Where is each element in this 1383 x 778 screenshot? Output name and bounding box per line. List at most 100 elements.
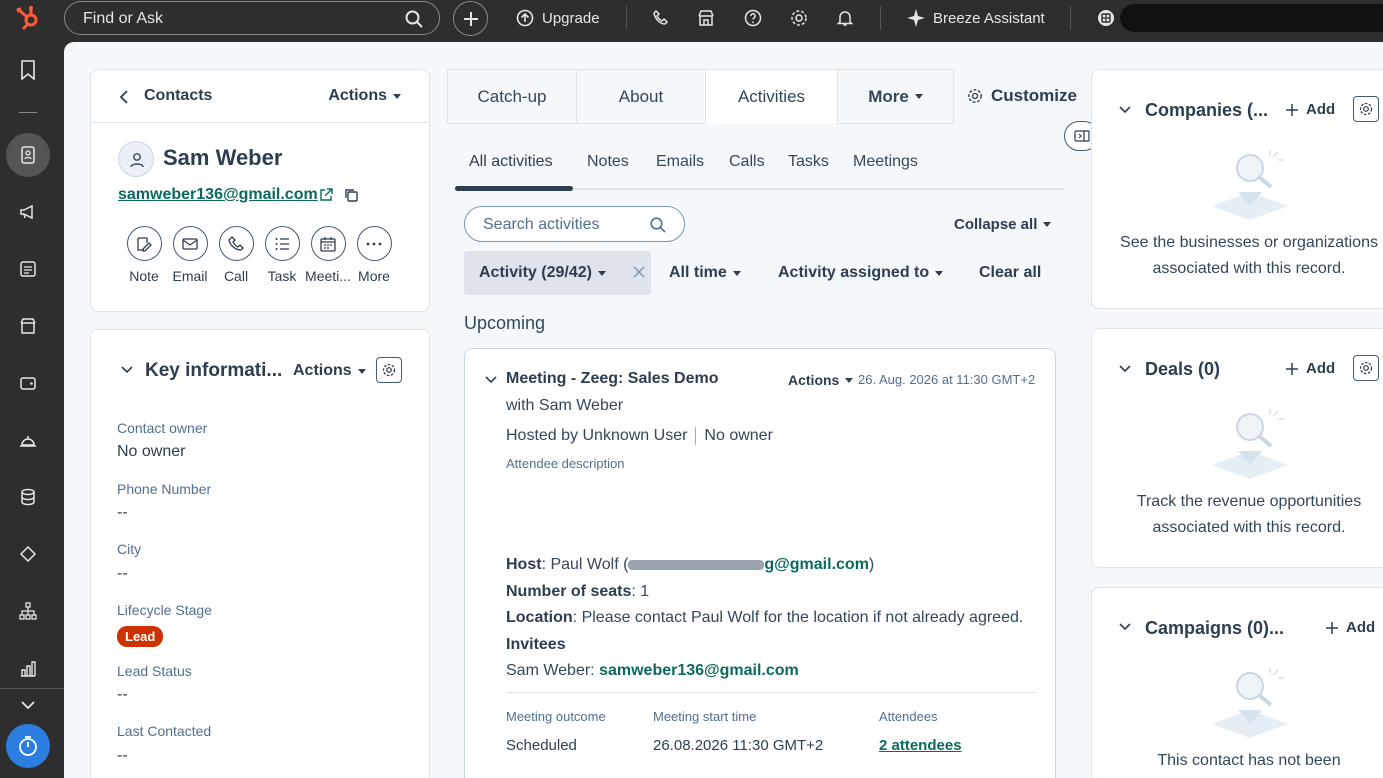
tab-about[interactable]: About [576,69,706,124]
automation-diamond-icon[interactable] [19,545,37,563]
companies-settings-button[interactable] [1353,96,1379,122]
contact-owner-value[interactable]: No owner [117,443,185,461]
assigned-filter[interactable]: Activity assigned to [778,264,944,282]
tab-catch-up[interactable]: Catch-up [447,69,577,124]
lead-status-value[interactable]: -- [117,686,128,704]
clear-all-button[interactable]: Clear all [979,264,1041,282]
actions-label: Actions [328,87,387,104]
reporting-chart-icon[interactable] [19,660,37,678]
tab-more[interactable]: More [837,69,954,124]
seats-label: Number of seats [506,583,632,600]
search-icon[interactable] [650,217,666,233]
activity-type-filter[interactable]: Activity (29/42) [464,251,651,295]
marketing-megaphone-icon[interactable] [19,203,37,221]
account-menu[interactable] [1120,4,1383,32]
host-email-link[interactable]: g@gmail.com [764,556,869,573]
subtab-calls[interactable]: Calls [729,153,765,171]
wallet-icon[interactable] [19,374,37,392]
settings-icon[interactable] [790,9,808,27]
attendees-link[interactable]: 2 attendees [879,737,962,754]
data-database-icon[interactable] [19,488,37,506]
contact-email-link[interactable]: samweber136@gmail.com [118,186,318,204]
add-label: Add [1346,619,1376,636]
key-information-title[interactable]: Key informati... [145,360,282,382]
chevron-down-icon[interactable] [485,376,497,384]
meeting-action-label: Meeti... [305,268,351,284]
global-search-input[interactable]: Find or Ask [64,1,440,35]
sparkle-icon [907,9,925,27]
marketplace-icon[interactable] [697,9,715,27]
collapse-all-button[interactable]: Collapse all [954,216,1052,233]
email-action-label: Email [172,268,208,284]
city-value[interactable]: -- [117,565,128,583]
phone-icon[interactable] [652,9,670,27]
add-campaign-button[interactable]: Add [1326,619,1375,636]
create-new-button[interactable] [453,1,488,36]
key-info-actions-menu[interactable]: Actions [293,362,366,380]
chevron-down-icon[interactable] [1119,106,1131,114]
time-filter[interactable]: All time [669,264,741,282]
breeze-assistant-button[interactable]: Breeze Assistant [907,0,1045,36]
breeze-label: Breeze Assistant [933,9,1045,27]
last-contacted-value[interactable]: -- [117,747,128,765]
contacts-icon[interactable] [19,146,37,164]
more-action[interactable]: More [349,226,399,284]
back-to-contacts-link[interactable]: Contacts [144,87,212,105]
help-icon[interactable] [744,9,762,27]
host-close-paren: ) [868,556,875,573]
lifecycle-stage-badge[interactable]: Lead [117,626,164,647]
deals-settings-button[interactable] [1353,355,1379,381]
add-deal-button[interactable]: Add [1286,360,1335,377]
subtab-notes[interactable]: Notes [587,153,629,171]
subtab-meetings[interactable]: Meetings [853,153,918,171]
record-page: Contacts Actions Sam Weber samweber136@g… [64,42,1383,778]
meeting-start-value[interactable]: 26.08.2026 11:30 GMT+2 [653,737,823,754]
meeting-action[interactable]: Meeti... [303,226,353,284]
upgrade-button[interactable]: Upgrade [516,0,600,36]
chevron-left-icon[interactable] [119,89,129,105]
hubspot-logo-icon[interactable] [16,5,40,31]
commerce-store-icon[interactable] [19,317,37,335]
content-icon[interactable] [19,260,37,278]
notifications-bell-icon[interactable] [836,9,854,27]
external-link-icon[interactable] [319,188,333,202]
meeting-outcome-value[interactable]: Scheduled [506,737,577,754]
subtab-tasks[interactable]: Tasks [788,153,829,171]
chevron-down-icon[interactable] [1119,623,1131,631]
close-icon[interactable] [633,266,645,278]
chevron-down-icon[interactable] [1119,365,1131,373]
account-switcher-icon[interactable] [1097,9,1115,27]
chevron-down-icon[interactable] [121,366,133,374]
activity-search-input[interactable]: Search activities [464,206,685,242]
note-action[interactable]: Note [119,226,169,284]
campaigns-title[interactable]: Campaigns (0)... [1145,618,1284,639]
add-company-button[interactable]: Add [1286,101,1335,118]
service-bell-icon[interactable] [19,431,37,449]
search-icon[interactable] [405,10,423,28]
email-action[interactable]: Email [165,226,215,284]
meeting-owner[interactable]: No owner [704,427,772,444]
companies-title[interactable]: Companies (... [1145,100,1268,121]
gear-icon [1359,361,1373,375]
key-info-settings-button[interactable] [376,357,402,383]
deals-title[interactable]: Deals (0) [1145,359,1220,380]
bookmarks-icon[interactable] [19,60,37,80]
invitee-email-link[interactable]: samweber136@gmail.com [599,662,799,679]
timer-button[interactable] [6,724,50,768]
left-navigation [0,36,64,778]
subtab-emails[interactable]: Emails [656,153,704,171]
copy-icon[interactable] [344,188,358,202]
org-chart-icon[interactable] [19,602,37,620]
tab-activities[interactable]: Activities [705,69,838,124]
customize-button[interactable]: Customize [967,86,1077,106]
call-action[interactable]: Call [211,226,261,284]
chevron-down-icon[interactable] [19,698,37,712]
phone-number-value[interactable]: -- [117,504,128,522]
meeting-actions-menu[interactable]: Actions [788,372,854,388]
meeting-title[interactable]: Meeting - Zeeg: Sales Demo [506,370,719,388]
contact-actions-menu[interactable]: Actions [328,87,401,105]
task-action[interactable]: Task [257,226,307,284]
actions-label: Actions [788,372,840,388]
hosted-by[interactable]: Hosted by Unknown User [506,427,687,444]
subtab-all-activities[interactable]: All activities [469,153,553,171]
